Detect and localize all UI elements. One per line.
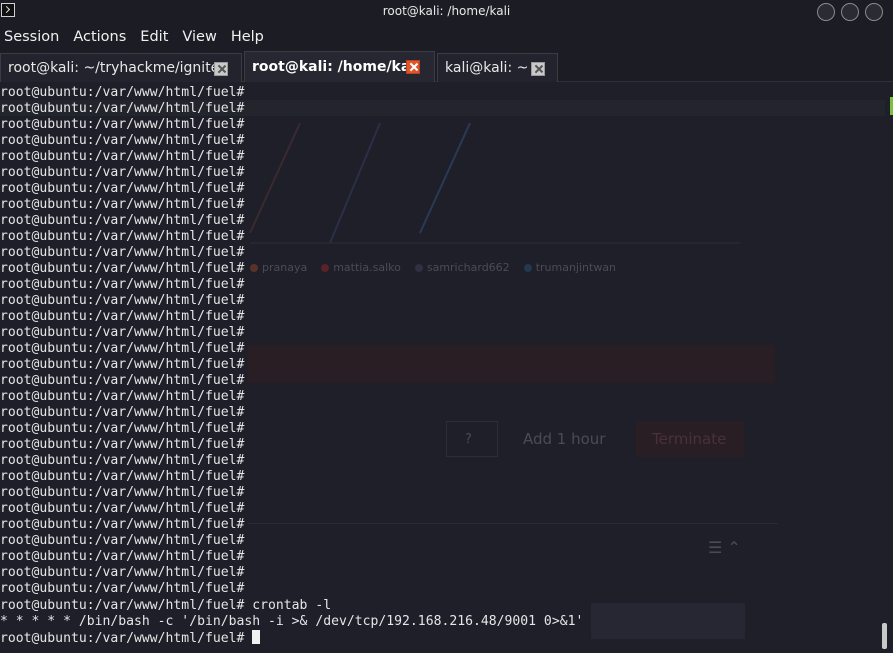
prompt-line: root@ubuntu:/var/www/html/fuel# — [0, 229, 245, 245]
tab-home-kali[interactable]: root@kali: /home/kali — [244, 51, 435, 82]
prompt-line: root@ubuntu:/var/www/html/fuel# — [0, 197, 245, 213]
tab-close-icon[interactable] — [406, 60, 420, 74]
prompt-line: root@ubuntu:/var/www/html/fuel# — [0, 453, 245, 469]
ghost-terminate-label: Terminate — [652, 430, 727, 448]
prompt-line: root@ubuntu:/var/www/html/fuel# — [0, 245, 245, 261]
tab-kali-home[interactable]: kali@kali: ~ — [437, 53, 558, 82]
prompt-line: root@ubuntu:/var/www/html/fuel# — [0, 261, 245, 277]
scrollbar-thumb[interactable] — [882, 623, 887, 649]
ghost-terminate-button: Terminate — [636, 421, 744, 457]
prompt-line: root@ubuntu:/var/www/html/fuel# — [0, 149, 245, 165]
prompt-line: root@ubuntu:/var/www/html/fuel# — [0, 165, 245, 181]
command-line: root@ubuntu:/var/www/html/fuel# crontab … — [0, 597, 332, 613]
tab-close-icon[interactable] — [214, 62, 228, 76]
prompt-line: root@ubuntu:/var/www/html/fuel# — [0, 437, 245, 453]
prompt-line: root@ubuntu:/var/www/html/fuel# — [0, 357, 245, 373]
prompt-line: root@ubuntu:/var/www/html/fuel# — [0, 117, 245, 133]
prompt-line: root@ubuntu:/var/www/html/fuel# — [0, 373, 245, 389]
tab-label: root@kali: /home/kali — [252, 59, 420, 75]
terminal-output[interactable]: root@ubuntu:/var/www/html/fuel# root@ubun… — [0, 85, 583, 646]
close-window-button[interactable] — [865, 3, 883, 21]
prompt-line: root@ubuntu:/var/www/html/fuel# — [0, 309, 245, 325]
prompt-line: root@ubuntu:/var/www/html/fuel# — [0, 389, 245, 405]
maximize-button[interactable] — [841, 3, 859, 21]
prompt-line: root@ubuntu:/var/www/html/fuel# — [0, 325, 245, 341]
terminal-view[interactable]: pranaya mattia.salko samrichard662 truma… — [0, 83, 893, 653]
tab-label: kali@kali: ~ — [445, 60, 529, 76]
ghost-menu-icon: ☰ ⌃ — [708, 538, 741, 557]
prompt-line: root@ubuntu:/var/www/html/fuel# — [0, 469, 245, 485]
prompt-line: root@ubuntu:/var/www/html/fuel# — [0, 293, 245, 309]
prompt-line: root@ubuntu:/var/www/html/fuel# — [0, 533, 245, 549]
prompt-line: root@ubuntu:/var/www/html/fuel# — [0, 133, 245, 149]
minimize-button[interactable] — [817, 3, 835, 21]
terminal-cursor — [252, 629, 261, 644]
command-output-line: * * * * * /bin/bash -c '/bin/bash -i >& … — [0, 613, 584, 629]
prompt-line: root@ubuntu:/var/www/html/fuel# — [0, 501, 245, 517]
active-prompt-line: root@ubuntu:/var/www/html/fuel# — [0, 629, 583, 646]
prompt-line: root@ubuntu:/var/www/html/fuel# — [0, 213, 245, 229]
prompt-line: root@ubuntu:/var/www/html/fuel# — [0, 277, 245, 293]
menu-bar: Session Actions Edit View Help — [0, 24, 893, 50]
menu-actions[interactable]: Actions — [69, 29, 135, 45]
title-bar: root@kali: /home/kali — [0, 0, 893, 24]
prompt-line: root@ubuntu:/var/www/html/fuel# — [0, 341, 245, 357]
prompt-line: root@ubuntu:/var/www/html/fuel# — [0, 181, 245, 197]
window-title: root@kali: /home/kali — [382, 4, 511, 18]
prompt-line: root@ubuntu:/var/www/html/fuel# — [0, 517, 245, 533]
prompt-line: root@ubuntu:/var/www/html/fuel# — [0, 101, 245, 117]
prompt-line: root@ubuntu:/var/www/html/fuel# — [0, 581, 245, 597]
prompt-line: root@ubuntu:/var/www/html/fuel# — [0, 485, 245, 501]
tab-bar: root@kali: ~/tryhackme/ignite root@kali:… — [0, 50, 893, 82]
prompt-line: root@ubuntu:/var/www/html/fuel# — [0, 565, 245, 581]
prompt-line: root@ubuntu:/var/www/html/fuel# — [0, 549, 245, 565]
tab-close-icon[interactable] — [531, 62, 545, 76]
ghost-box — [591, 603, 745, 639]
menu-session[interactable]: Session — [0, 29, 68, 45]
menu-help[interactable]: Help — [227, 29, 273, 45]
tab-label: root@kali: ~/tryhackme/ignite — [8, 60, 220, 76]
prompt-line: root@ubuntu:/var/www/html/fuel# — [0, 85, 245, 100]
prompt-line: root@ubuntu:/var/www/html/fuel# — [0, 405, 245, 421]
tab-ignite[interactable]: root@kali: ~/tryhackme/ignite — [0, 53, 242, 82]
menu-edit[interactable]: Edit — [136, 29, 177, 45]
prompt-line: root@ubuntu:/var/www/html/fuel# — [0, 421, 245, 437]
menu-view[interactable]: View — [178, 29, 225, 45]
